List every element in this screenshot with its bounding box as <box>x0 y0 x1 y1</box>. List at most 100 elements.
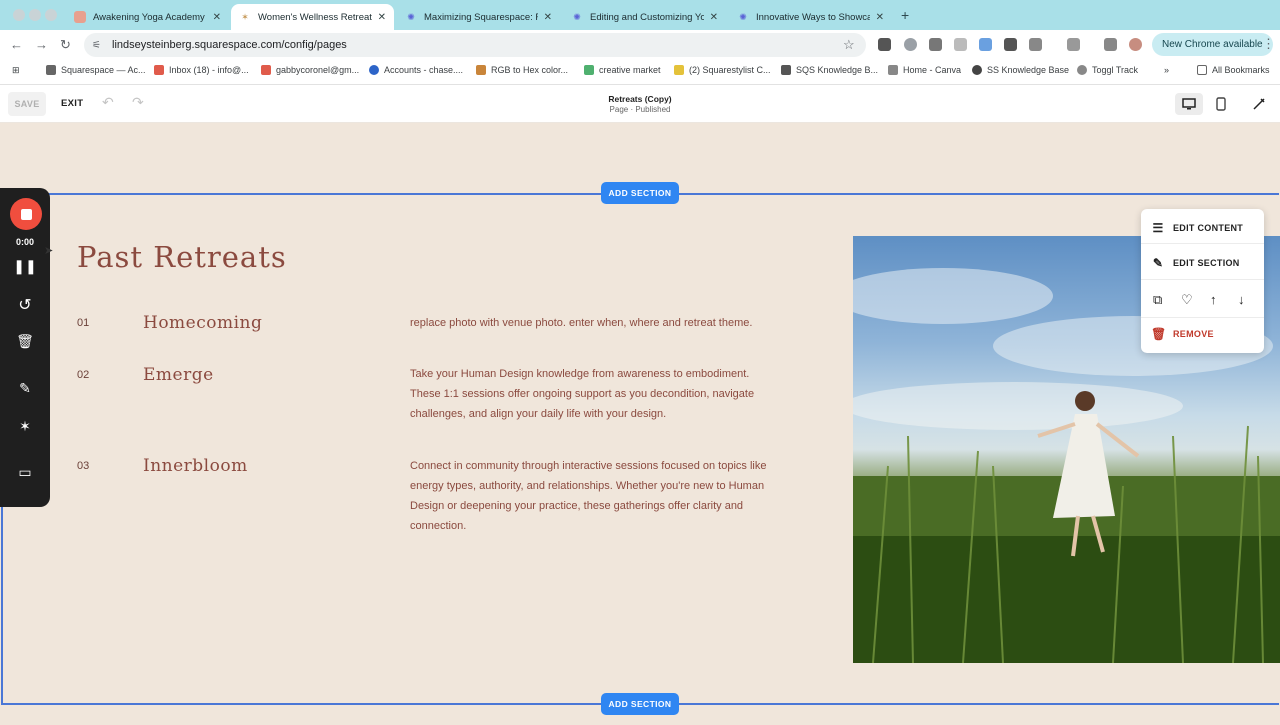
undo-icon[interactable]: ↶ <box>102 94 114 111</box>
reading-list-icon[interactable] <box>1104 38 1117 51</box>
edit-content-button[interactable]: ☰ EDIT CONTENT <box>1151 221 1243 235</box>
window-close-control[interactable] <box>13 9 25 21</box>
tab-label: Awakening Yoga Academy <box>93 11 205 23</box>
gmail-icon <box>261 65 271 75</box>
browser-toolbar: ← → ↻ ⚟ lindseysteinberg.squarespace.com… <box>0 30 1280 59</box>
bookmark-label: Squarespace — Ac... <box>61 65 146 75</box>
site-settings-icon[interactable]: ⚟ <box>92 40 106 51</box>
bookmark-label: SQS Knowledge B... <box>796 65 879 75</box>
bookmark-item[interactable]: RGB to Hex color... <box>476 65 568 75</box>
trash-icon[interactable]: 🗑 <box>0 333 50 350</box>
browser-tab-active[interactable]: ✶ Women's Wellness Retreats - ✕ <box>231 4 394 30</box>
site-styles-brush-icon[interactable] <box>1245 93 1273 115</box>
pause-icon[interactable]: ❚❚ <box>0 258 50 275</box>
back-arrow-icon[interactable]: ← <box>10 37 23 52</box>
bookmark-item[interactable]: Accounts - chase.... <box>369 65 463 75</box>
bookmark-label: RGB to Hex color... <box>491 65 569 75</box>
bookmark-item[interactable]: SQS Knowledge B... <box>781 65 878 75</box>
mobile-view-icon[interactable] <box>1207 93 1235 115</box>
gear-favicon-icon: ✺ <box>573 11 581 22</box>
extension-icon[interactable] <box>904 38 917 51</box>
bookmark-item[interactable]: Squarespace — Ac... <box>46 65 146 75</box>
divider <box>1141 279 1264 280</box>
remove-button[interactable]: 🗑 REMOVE <box>1151 327 1214 341</box>
page-status: Page · Published <box>609 105 671 114</box>
mouse-cursor-icon: ➤ <box>44 245 54 257</box>
retreat-number[interactable]: 03 <box>77 460 89 472</box>
heart-icon[interactable]: ♡ <box>1181 292 1193 308</box>
window-zoom-control[interactable] <box>45 9 57 21</box>
extension-icon[interactable] <box>979 38 992 51</box>
draw-edit-icon[interactable]: ✎ <box>0 380 50 397</box>
gear-favicon-icon: ✺ <box>407 11 415 22</box>
add-section-button-bottom[interactable]: ADD SECTION <box>601 693 679 715</box>
retreat-description[interactable]: replace photo with venue photo. enter wh… <box>410 313 780 333</box>
stop-icon <box>20 208 32 220</box>
retreat-name[interactable]: Homecoming <box>143 313 262 333</box>
all-bookmarks-folder[interactable]: All Bookmarks <box>1197 65 1270 75</box>
browser-tab[interactable]: ✺ Innovative Ways to Showcase ✕ <box>729 4 892 30</box>
retreat-description[interactable]: Connect in community through interactive… <box>410 456 780 536</box>
duplicate-icon[interactable]: ⧉ <box>1153 292 1162 308</box>
extension-icon[interactable] <box>878 38 891 51</box>
canva-icon <box>888 65 898 75</box>
window-minimize-control[interactable] <box>29 9 41 21</box>
side-panel-icon[interactable] <box>1067 38 1080 51</box>
retreat-number[interactable]: 02 <box>77 369 89 381</box>
camera-extension-icon[interactable] <box>954 38 967 51</box>
profile-avatar-icon[interactable] <box>1129 38 1142 51</box>
edit-content-label: EDIT CONTENT <box>1173 223 1244 233</box>
edit-section-button[interactable]: ✎ EDIT SECTION <box>1151 256 1240 270</box>
bookmark-item[interactable]: creative market <box>584 65 661 75</box>
puzzle-extension-icon[interactable] <box>1029 38 1042 51</box>
grid-extension-icon[interactable] <box>929 38 942 51</box>
reload-icon[interactable]: ↻ <box>60 37 71 53</box>
browser-tab[interactable]: ✺ Editing and Customizing Your ✕ <box>563 4 726 30</box>
browser-tab[interactable]: Awakening Yoga Academy ✕ <box>66 4 229 30</box>
bookmark-star-icon[interactable]: ☆ <box>843 37 855 53</box>
close-icon[interactable]: ✕ <box>876 12 884 23</box>
forward-arrow-icon[interactable]: → <box>35 37 48 52</box>
move-up-arrow-icon[interactable]: ↑ <box>1210 292 1217 307</box>
browser-tab[interactable]: ✺ Maximizing Squarespace: Re ✕ <box>397 4 560 30</box>
bookmark-item[interactable]: Inbox (18) - info@... <box>154 65 249 75</box>
editor-toolbar: SAVE EXIT ↶ ↷ Retreats (Copy) Page · Pub… <box>0 85 1280 123</box>
more-bookmarks-chevron-icon[interactable]: » <box>1164 65 1169 75</box>
bookmark-label: Toggl Track <box>1092 65 1139 75</box>
eyedropper-extension-icon[interactable] <box>1004 38 1017 51</box>
close-icon[interactable]: ✕ <box>378 12 386 23</box>
bookmark-item[interactable]: (2) Squarestylist C... <box>674 65 771 75</box>
close-icon[interactable]: ✕ <box>213 12 221 23</box>
close-icon[interactable]: ✕ <box>544 12 552 23</box>
retreat-number[interactable]: 01 <box>77 317 89 329</box>
bookmark-label: (2) Squarestylist C... <box>689 65 771 75</box>
bookmark-item[interactable]: Toggl Track <box>1077 65 1138 75</box>
retreat-name[interactable]: Emerge <box>143 365 214 385</box>
apps-grid-icon[interactable]: ⊞ <box>12 65 20 76</box>
address-bar[interactable]: ⚟ lindseysteinberg.squarespace.com/confi… <box>84 33 866 57</box>
restart-icon[interactable]: ↺ <box>0 295 50 315</box>
menu-kebab-icon[interactable]: ⋮ <box>1262 36 1275 52</box>
bookmark-item[interactable]: Home - Canva <box>888 65 961 75</box>
save-button[interactable]: SAVE <box>8 92 46 116</box>
new-tab-icon[interactable]: + <box>901 7 909 23</box>
squarespace-icon <box>46 65 56 75</box>
confetti-icon[interactable]: ✶ <box>0 418 50 435</box>
section-heading[interactable]: Past Retreats <box>77 240 287 274</box>
redo-icon[interactable]: ↷ <box>132 94 144 111</box>
stop-recording-button[interactable] <box>10 198 42 230</box>
bookmark-item[interactable]: gabbycoronel@gm... <box>261 65 359 75</box>
exit-button[interactable]: EXIT <box>61 98 83 109</box>
bookmark-item[interactable]: SS Knowledge Base <box>972 65 1069 75</box>
bookmark-label: creative market <box>599 65 661 75</box>
camera-icon[interactable]: ▭ <box>0 464 50 481</box>
update-chrome-button[interactable]: New Chrome available <box>1152 33 1273 56</box>
desktop-view-icon[interactable] <box>1175 93 1203 115</box>
add-section-button-top[interactable]: ADD SECTION <box>601 182 679 204</box>
retreat-name[interactable]: Innerbloom <box>143 456 248 476</box>
close-icon[interactable]: ✕ <box>710 12 718 23</box>
retreat-description[interactable]: Take your Human Design knowledge from aw… <box>410 364 780 424</box>
bookmark-label: All Bookmarks <box>1212 65 1270 75</box>
move-down-arrow-icon[interactable]: ↓ <box>1238 292 1245 307</box>
divider <box>1141 317 1264 318</box>
